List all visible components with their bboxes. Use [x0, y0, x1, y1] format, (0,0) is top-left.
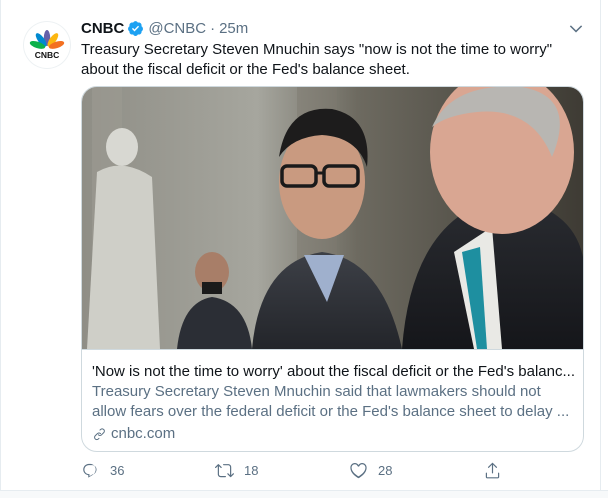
- reply-icon: [83, 463, 97, 478]
- author-handle[interactable]: @CNBC: [148, 20, 206, 37]
- retweet-button[interactable]: 18: [215, 460, 258, 480]
- share-button[interactable]: [483, 460, 502, 480]
- caret-down-icon[interactable]: [567, 20, 585, 38]
- card-meta[interactable]: 'Now is not the time to worry' about the…: [82, 349, 583, 451]
- card-domain-text: cnbc.com: [111, 425, 176, 442]
- tweet-text: Treasury Secretary Steven Mnuchin says "…: [81, 41, 553, 78]
- retweet-count: 18: [244, 462, 259, 478]
- tweet-timestamp[interactable]: 25m: [219, 20, 248, 37]
- like-button[interactable]: 28: [349, 460, 392, 480]
- avatar[interactable]: CNBC: [23, 21, 71, 69]
- card-title: 'Now is not the time to worry' about the…: [92, 363, 574, 380]
- cnbc-peacock-logo: CNBC: [29, 30, 65, 60]
- avatar-logo-text: CNBC: [35, 50, 60, 60]
- frame-border-right: [600, 0, 601, 498]
- link-card[interactable]: 'Now is not the time to worry' about the…: [81, 86, 584, 452]
- like-count: 28: [378, 462, 393, 478]
- share-icon: [485, 462, 500, 478]
- card-description: Treasury Secretary Steven Mnuchin said t…: [92, 383, 570, 420]
- retweet-icon: [215, 463, 234, 477]
- reply-button[interactable]: 36: [81, 460, 124, 480]
- like-icon: [350, 462, 367, 478]
- link-icon: [94, 428, 105, 441]
- tweet-header: CNBC @CNBC · 25m: [81, 18, 248, 38]
- card-domain: cnbc.com: [92, 424, 175, 444]
- reply-count: 36: [110, 462, 125, 478]
- verified-icon: [127, 20, 144, 37]
- header-separator: ·: [210, 19, 216, 37]
- author-name[interactable]: CNBC: [81, 20, 124, 37]
- card-image[interactable]: [82, 87, 583, 349]
- frame-border-left: [0, 0, 1, 498]
- next-tweet-gap: [0, 491, 608, 498]
